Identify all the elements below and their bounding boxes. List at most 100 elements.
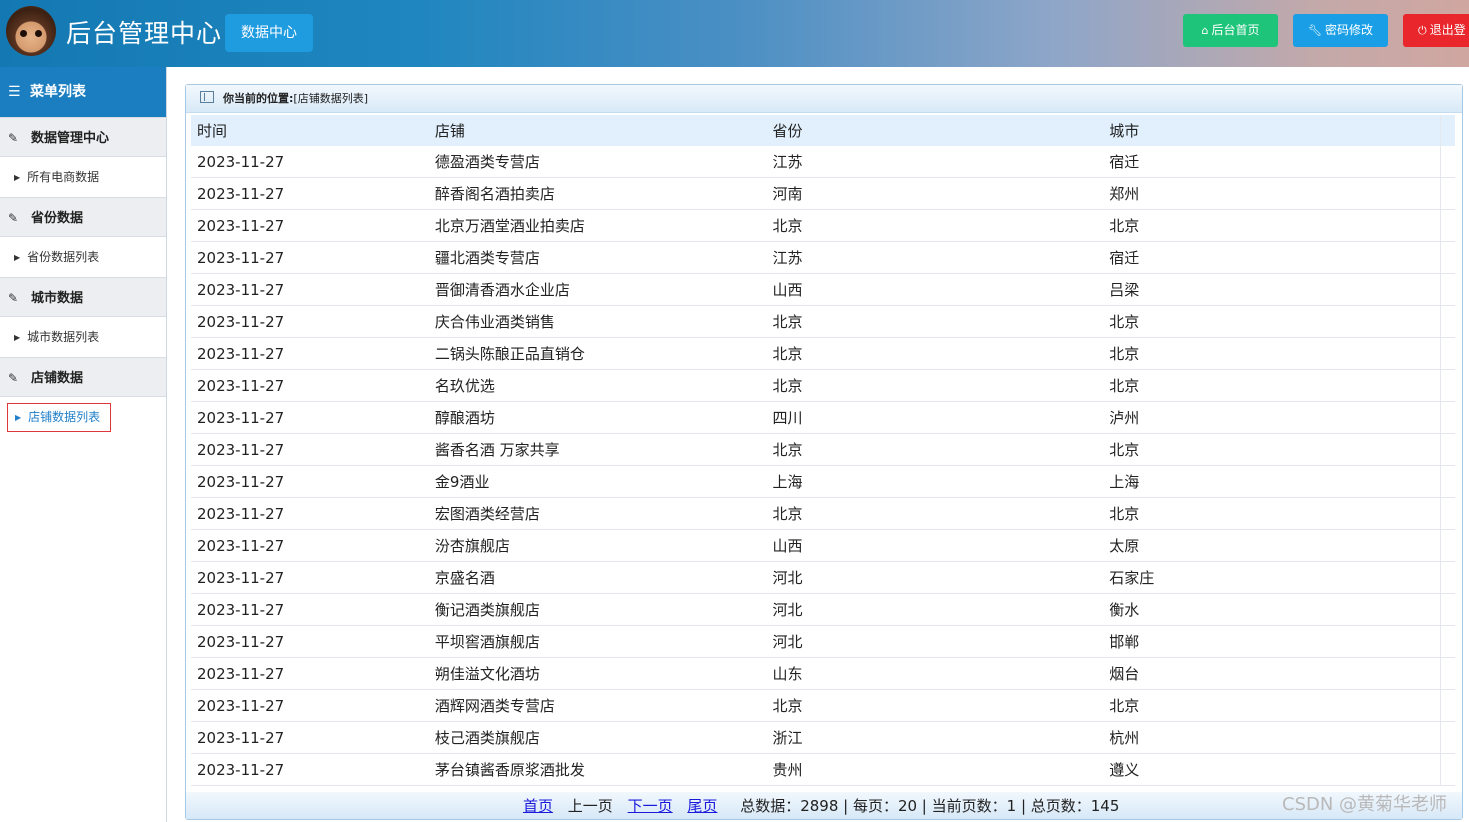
password-button[interactable]: 🔧︎ 密码修改 — [1293, 14, 1388, 47]
watermark: CSDN @黄菊华老师 — [1282, 794, 1448, 815]
cell-shop: 酒辉网酒类专营店 — [428, 689, 767, 722]
sidebar-section-shop[interactable]: ✎ 店铺数据 — [0, 357, 166, 397]
cell-city: 衡水 — [1103, 593, 1441, 626]
sidebar: ☰ 菜单列表 ✎ 数据管理中心 ▶ 所有电商数据 ✎ 省份数据 ▶ 省份数据列表 ✎ 城市数… — [0, 67, 167, 822]
cell-province: 北京 — [766, 433, 1104, 466]
scroll-gutter — [1440, 177, 1455, 210]
edit-icon: ✎ — [8, 371, 19, 385]
cell-city: 遵义 — [1103, 753, 1441, 786]
wrench-icon: 🔧︎ — [1308, 24, 1322, 37]
content-panel: 你当前的位置:[店铺数据列表] 时间 店铺 省份 城市 2023-11-27 德盈… — [185, 84, 1463, 820]
table-row: 2023-11-27 醉香阁名酒拍卖店 河南 郑州 — [191, 177, 1455, 210]
sidebar-item-province-list[interactable]: ▶ 省份数据列表 — [0, 237, 166, 277]
sidebar-item-city-list[interactable]: ▶ 城市数据列表 — [0, 317, 166, 357]
sidebar-item-all-ecommerce[interactable]: ▶ 所有电商数据 — [0, 157, 166, 197]
power-icon: ⏻ — [1418, 24, 1427, 37]
app-title: 后台管理中心 — [66, 19, 223, 48]
home-button[interactable]: ⌂ 后台首页 — [1183, 14, 1278, 47]
section-label: 数据管理中心 — [31, 131, 110, 146]
breadcrumb-value: [店铺数据列表] — [293, 92, 368, 105]
cell-province: 山西 — [766, 529, 1104, 562]
caret-right-icon: ▶ — [14, 173, 21, 182]
cell-city: 石家庄 — [1103, 561, 1441, 594]
cell-city: 北京 — [1103, 305, 1441, 338]
cell-time: 2023-11-27 — [191, 625, 429, 658]
cell-city: 吕梁 — [1103, 273, 1441, 306]
cell-shop: 醇酿酒坊 — [428, 401, 767, 434]
cell-time: 2023-11-27 — [191, 657, 429, 690]
table-row: 2023-11-27 茅台镇酱香原浆酒批发 贵州 遵义 — [191, 753, 1455, 786]
cell-time: 2023-11-27 — [191, 305, 429, 338]
table-row: 2023-11-27 金9酒业 上海 上海 — [191, 465, 1455, 498]
scroll-gutter — [1440, 146, 1455, 178]
column-header-time: 时间 — [191, 115, 429, 146]
scroll-gutter — [1440, 561, 1455, 594]
breadcrumb: 你当前的位置:[店铺数据列表] — [186, 85, 1462, 113]
caret-right-icon: ▶ — [15, 413, 22, 422]
sidebar-item-label: 城市数据列表 — [27, 330, 100, 344]
cell-time: 2023-11-27 — [191, 497, 429, 530]
logout-button-label: 退出登 — [1429, 23, 1466, 37]
scroll-gutter — [1440, 465, 1455, 498]
section-label: 店铺数据 — [31, 371, 84, 386]
scroll-gutter — [1440, 115, 1455, 146]
password-button-label: 密码修改 — [1324, 23, 1373, 37]
prev-page-text: 上一页 — [567, 797, 613, 815]
next-page-link[interactable]: 下一页 — [628, 797, 673, 815]
cell-time: 2023-11-27 — [191, 561, 429, 594]
sidebar-section-province[interactable]: ✎ 省份数据 — [0, 197, 166, 237]
table-row: 2023-11-27 平坝窖酒旗舰店 河北 邯郸 — [191, 625, 1455, 658]
cell-city: 北京 — [1103, 337, 1441, 370]
last-page-link[interactable]: 尾页 — [687, 797, 717, 815]
scroll-gutter — [1440, 721, 1455, 754]
cell-shop: 北京万酒堂酒业拍卖店 — [428, 209, 767, 242]
cell-province: 河北 — [766, 593, 1104, 626]
cell-time: 2023-11-27 — [191, 273, 429, 306]
cell-shop: 朔佳溢文化酒坊 — [428, 657, 767, 690]
first-page-link[interactable]: 首页 — [523, 797, 553, 815]
cell-time: 2023-11-27 — [191, 465, 429, 498]
shop-data-table: 时间 店铺 省份 城市 2023-11-27 德盈酒类专营店 江苏 宿迁 2023-11… — [191, 115, 1455, 786]
cell-shop: 疆北酒类专营店 — [428, 241, 767, 274]
cell-province: 河北 — [766, 561, 1104, 594]
cell-time: 2023-11-27 — [191, 529, 429, 562]
scroll-gutter — [1440, 209, 1455, 242]
cell-city: 北京 — [1103, 369, 1441, 402]
edit-icon: ✎ — [8, 131, 19, 145]
section-label: 城市数据 — [31, 291, 84, 306]
cell-shop: 名玖优选 — [428, 369, 767, 402]
menu-title: 菜单列表 — [30, 84, 86, 100]
logout-button[interactable]: ⏻ 退出登 — [1403, 14, 1469, 47]
cell-time: 2023-11-27 — [191, 593, 429, 626]
cell-province: 河南 — [766, 177, 1104, 210]
top-header: 后台管理中心 数据中心 ⌂ 后台首页 🔧︎ 密码修改 ⏻ 退出登 — [0, 0, 1469, 67]
cell-province: 北京 — [766, 369, 1104, 402]
list-icon: ☰ — [8, 84, 21, 100]
cell-time: 2023-11-27 — [191, 209, 429, 242]
pagination-stats: 总数据：2898 | 每页：20 | 当前页数：1 | 总页数：145 — [740, 797, 1120, 815]
scroll-gutter — [1440, 529, 1455, 562]
sidebar-item-shop-list[interactable]: ▶ 店铺数据列表 — [0, 397, 166, 437]
cell-shop: 二锅头陈酿正品直销仓 — [428, 337, 767, 370]
cell-shop: 金9酒业 — [428, 465, 767, 498]
cell-province: 江苏 — [766, 241, 1104, 274]
cell-time: 2023-11-27 — [191, 177, 429, 210]
scroll-gutter — [1440, 369, 1455, 402]
cell-province: 贵州 — [766, 753, 1104, 786]
cell-province: 四川 — [766, 401, 1104, 434]
sidebar-section-data-management[interactable]: ✎ 数据管理中心 — [0, 117, 166, 157]
scroll-gutter — [1440, 401, 1455, 434]
table-row: 2023-11-27 庆合伟业酒类销售 北京 北京 — [191, 305, 1455, 338]
cell-shop: 枝己酒类旗舰店 — [428, 721, 767, 754]
table-row: 2023-11-27 德盈酒类专营店 江苏 宿迁 — [191, 146, 1455, 178]
data-center-button[interactable]: 数据中心 — [225, 14, 313, 52]
section-label: 省份数据 — [31, 211, 84, 226]
cell-city: 太原 — [1103, 529, 1441, 562]
cell-province: 河北 — [766, 625, 1104, 658]
cell-shop: 宏图酒类经营店 — [428, 497, 767, 530]
cell-shop: 庆合伟业酒类销售 — [428, 305, 767, 338]
sidebar-section-city[interactable]: ✎ 城市数据 — [0, 277, 166, 317]
cell-time: 2023-11-27 — [191, 369, 429, 402]
scroll-gutter — [1440, 433, 1455, 466]
scroll-gutter — [1440, 497, 1455, 530]
